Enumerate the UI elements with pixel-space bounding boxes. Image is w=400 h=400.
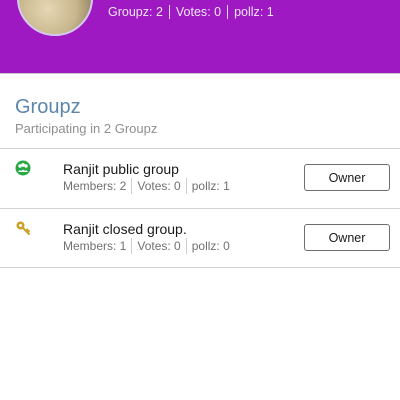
profile-avatar[interactable]	[17, 0, 93, 36]
stat-divider	[185, 238, 187, 254]
owner-button[interactable]: Owner	[304, 164, 390, 191]
group-stats: Members: 1 Votes: 0 pollz: 0	[63, 238, 230, 254]
divider	[0, 267, 400, 268]
group-name: Ranjit closed group.	[63, 221, 187, 237]
group-row-closed[interactable]: Ranjit closed group. Members: 1 Votes: 0…	[0, 209, 400, 267]
key-icon	[15, 220, 31, 236]
votes-count: Votes: 0	[137, 179, 181, 193]
members-count: Members: 2	[63, 179, 127, 193]
group-name: Ranjit public group	[63, 161, 179, 177]
stat-divider	[185, 178, 187, 194]
owner-button[interactable]: Owner	[304, 224, 390, 251]
group-row-public[interactable]: Ranjit public group Members: 2 Votes: 0 …	[0, 149, 400, 207]
groupz-stat: Groupz: 2	[108, 5, 163, 19]
pollz-stat: pollz: 1	[234, 5, 274, 19]
stat-divider	[227, 5, 229, 19]
profile-stats: Groupz: 2 Votes: 0 pollz: 1	[108, 5, 274, 19]
pollz-count: pollz: 1	[191, 179, 230, 193]
stat-divider	[131, 238, 133, 254]
group-stats: Members: 2 Votes: 0 pollz: 1	[63, 178, 230, 194]
stat-divider	[168, 5, 170, 19]
stat-divider	[131, 178, 133, 194]
members-count: Members: 1	[63, 239, 127, 253]
profile-header: Groupz: 2 Votes: 0 pollz: 1	[0, 0, 400, 74]
pollz-count: pollz: 0	[191, 239, 230, 253]
votes-stat: Votes: 0	[175, 5, 222, 19]
groupz-section-title: Groupz	[15, 96, 81, 118]
public-group-icon	[15, 160, 31, 176]
votes-count: Votes: 0	[137, 239, 181, 253]
groupz-section-subtitle: Participating in 2 Groupz	[15, 121, 158, 136]
